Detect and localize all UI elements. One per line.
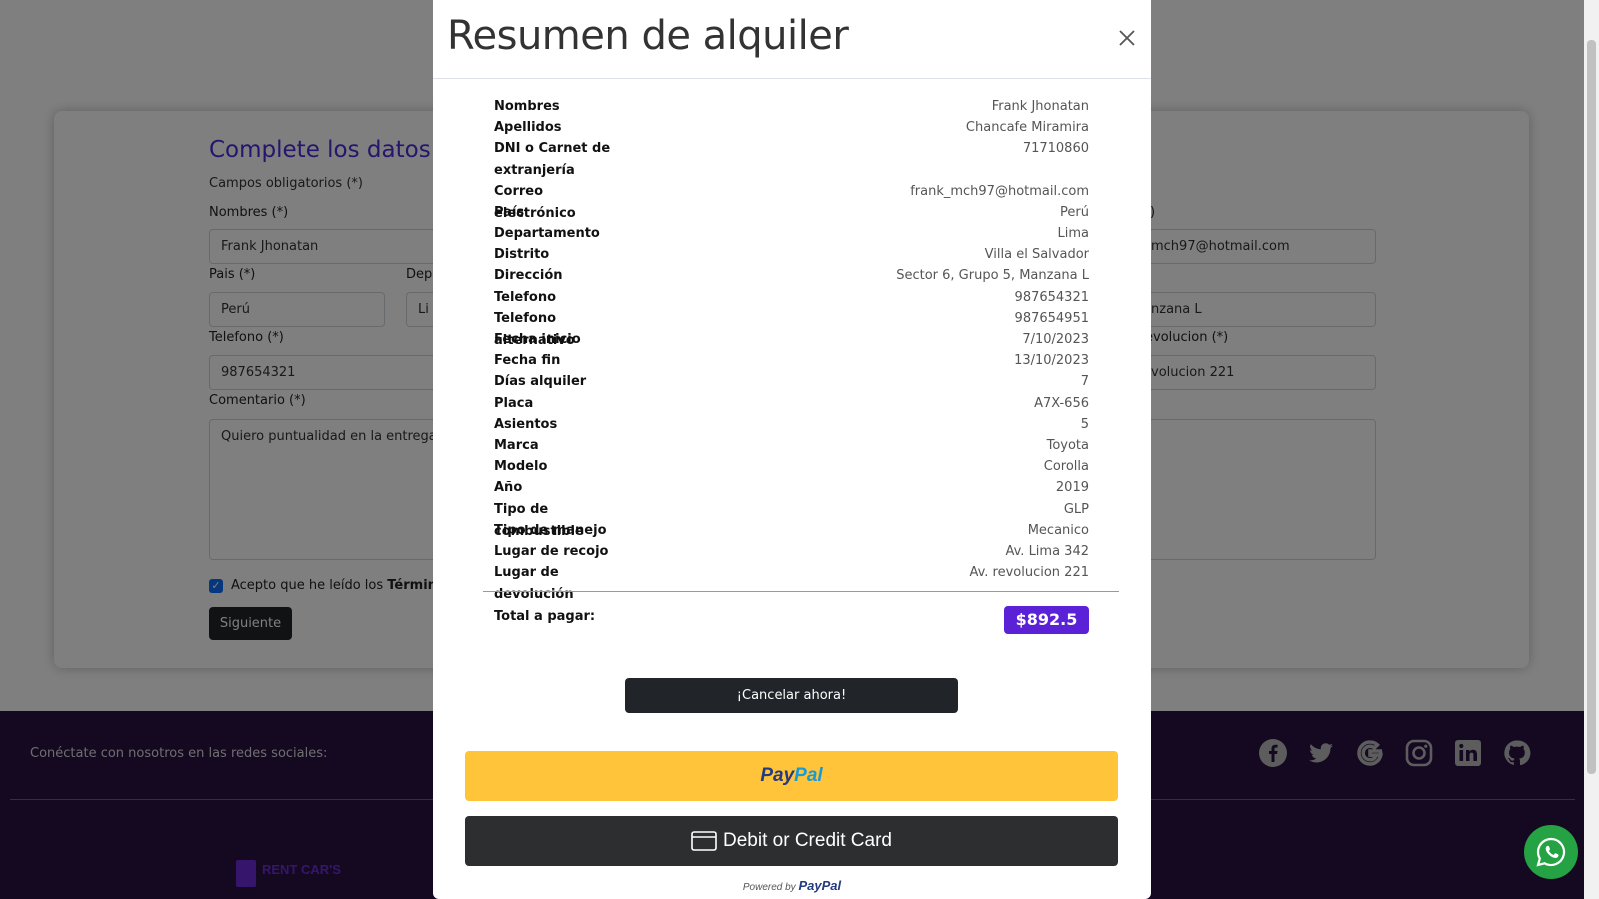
summary-divider [483, 591, 1119, 592]
summary-key: Año [494, 480, 523, 495]
whatsapp-icon [1536, 837, 1566, 867]
summary-value: Sector 6, Grupo 5, Manzana L [896, 268, 1089, 283]
summary-value: Mecanico [1027, 523, 1089, 538]
summary-value: 5 [1080, 417, 1089, 432]
summary-value: Toyota [1046, 438, 1089, 453]
summary-value: Chancafe Miramira [965, 120, 1089, 135]
summary-value: Perú [1060, 205, 1089, 220]
summary-value: Lima [1057, 226, 1089, 241]
summary-key: Dirección [494, 268, 563, 283]
summary-value: 13/10/2023 [1014, 353, 1089, 368]
powered-by-text: Powered by [742, 882, 796, 893]
summary-key: Lugar de recojo [494, 544, 609, 559]
credit-card-icon [691, 831, 717, 851]
cancel-now-button[interactable]: ¡Cancelar ahora! [625, 678, 958, 713]
scrollbar-thumb[interactable] [1587, 40, 1596, 774]
summary-key: Fecha inicio [494, 332, 581, 347]
summary-value: Frank Jhonatan [991, 99, 1089, 114]
summary-value: 7 [1080, 374, 1089, 389]
summary-key: Apellidos [494, 120, 562, 135]
summary-key: Departamento [494, 226, 600, 241]
summary-key: Asientos [494, 417, 558, 432]
summary-value: A7X-656 [1034, 396, 1089, 411]
modal-header: Resumen de alquiler [433, 0, 1151, 79]
summary-key: Marca [494, 438, 539, 453]
summary-value: Av. Lima 342 [1005, 544, 1089, 559]
total-badge: $892.5 [1004, 606, 1089, 634]
close-icon[interactable] [1117, 28, 1137, 48]
summary-key: Telefono [494, 290, 557, 305]
summary-key: Fecha fin [494, 353, 561, 368]
summary-value: frank_mch97@hotmail.com [910, 184, 1089, 199]
summary-value: Corolla [1043, 459, 1089, 474]
summary-value: GLP [1063, 502, 1089, 517]
summary-value: 987654951 [1014, 311, 1089, 326]
summary-key: Lugar de devolución [494, 565, 574, 602]
powered-brand: PayPal [798, 878, 842, 893]
paypal-button[interactable]: PayPal [465, 751, 1118, 801]
modal-title: Resumen de alquiler [447, 13, 849, 59]
summary-key: País [494, 205, 525, 220]
debit-credit-card-button[interactable]: Debit or Credit Card [465, 816, 1118, 866]
rental-summary-modal: Resumen de alquiler Nombres Frank Jhonata… [433, 0, 1151, 899]
summary-key: Distrito [494, 247, 550, 262]
summary-key: Días alquiler [494, 374, 587, 389]
summary-key: DNI o Carnet de extranjería [494, 141, 611, 178]
summary-key: Placa [494, 396, 534, 411]
total-label: Total a pagar: [494, 609, 596, 624]
summary-value: 2019 [1055, 480, 1089, 495]
powered-by-paypal: Powered by PayPal [433, 878, 1151, 893]
summary-value: 987654321 [1014, 290, 1089, 305]
summary-value: 7/10/2023 [1022, 332, 1089, 347]
summary-key: Tipo de manejo [494, 523, 607, 538]
summary-value: Av. revolucion 221 [969, 565, 1089, 580]
paypal-logo-part2: Pal [794, 765, 823, 786]
whatsapp-button[interactable] [1524, 825, 1578, 879]
card-button-label: Debit or Credit Card [723, 830, 892, 851]
summary-value: 71710860 [1022, 141, 1089, 156]
summary-value: Villa el Salvador [984, 247, 1089, 262]
summary-key: Modelo [494, 459, 548, 474]
summary-key: Nombres [494, 99, 560, 114]
paypal-logo-part1: Pay [760, 765, 795, 786]
